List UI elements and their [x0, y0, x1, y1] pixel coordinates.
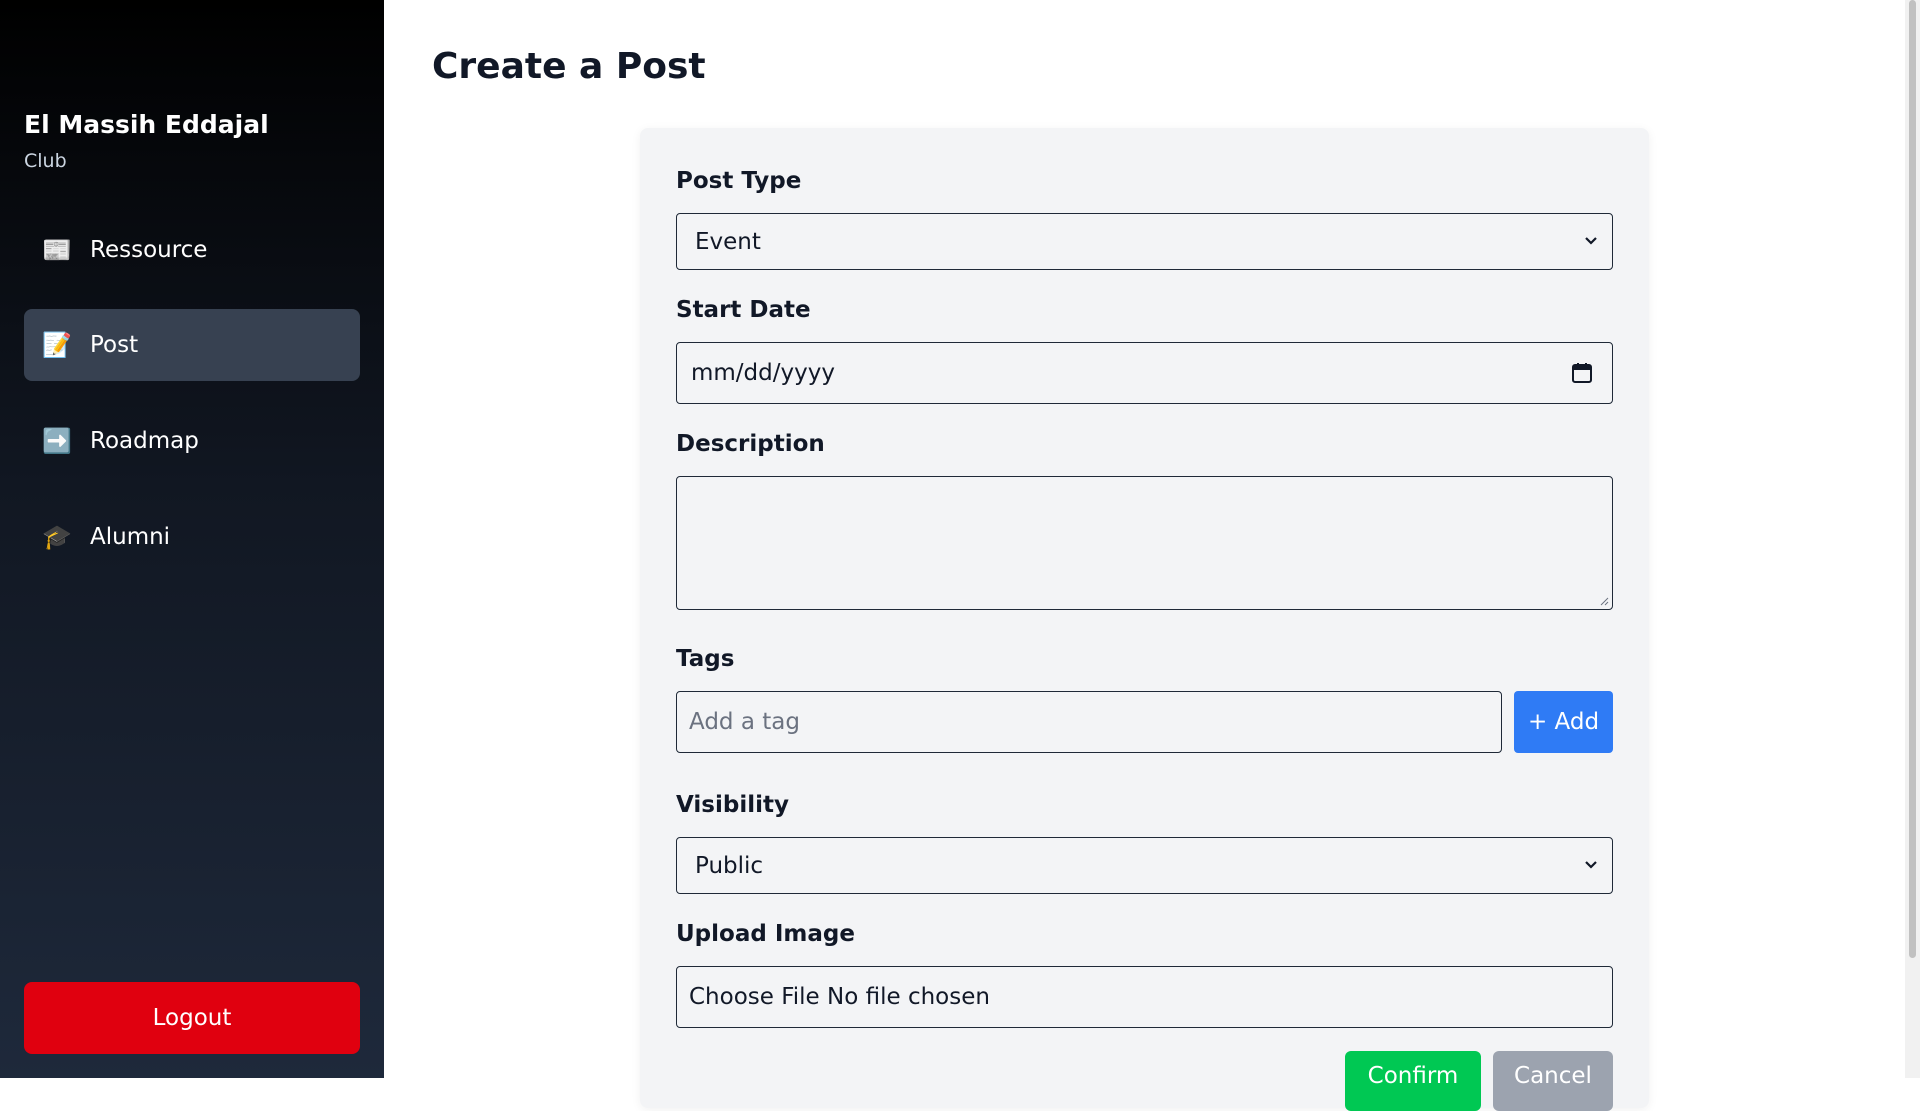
post-form-card: Post Type Event Start Date mm/dd/yyyy De… — [640, 128, 1649, 1111]
memo-icon: 📝 — [42, 331, 72, 359]
sidebar-item-ressource[interactable]: 📰 Ressource — [24, 214, 360, 286]
sidebar-item-alumni[interactable]: 🎓 Alumni — [24, 501, 360, 573]
sidebar: El Massih Eddajal Club 📰 Ressource 📝 Pos… — [0, 0, 384, 1078]
start-date-input[interactable]: mm/dd/yyyy — [676, 342, 1613, 404]
start-date-placeholder: mm/dd/yyyy — [691, 360, 835, 386]
upload-image-label: Upload Image — [676, 921, 855, 947]
newspaper-icon: 📰 — [42, 236, 72, 264]
chevron-down-icon — [1585, 237, 1597, 245]
sidebar-item-label: Roadmap — [90, 428, 199, 454]
brand-name: El Massih Eddajal — [24, 110, 269, 139]
add-tag-button[interactable]: + Add — [1514, 691, 1613, 753]
file-status: No file chosen — [827, 984, 990, 1010]
logout-button[interactable]: Logout — [24, 982, 360, 1054]
cancel-button[interactable]: Cancel — [1493, 1051, 1613, 1111]
post-type-label: Post Type — [676, 168, 802, 194]
page-title: Create a Post — [432, 46, 706, 87]
start-date-label: Start Date — [676, 297, 811, 323]
page-scrollbar[interactable] — [1905, 0, 1920, 1078]
brand-subtitle: Club — [24, 150, 67, 172]
choose-file-button[interactable]: Choose File — [689, 984, 820, 1010]
description-label: Description — [676, 431, 825, 457]
resize-grip-icon[interactable] — [1599, 596, 1609, 606]
description-textarea[interactable] — [676, 476, 1613, 610]
tags-label: Tags — [676, 646, 735, 672]
post-type-select[interactable]: Event — [676, 213, 1613, 270]
sidebar-item-post[interactable]: 📝 Post — [24, 309, 360, 381]
sidebar-item-roadmap[interactable]: ➡️ Roadmap — [24, 405, 360, 477]
arrow-right-icon: ➡️ — [42, 427, 72, 455]
tag-input[interactable] — [676, 691, 1502, 753]
scrollbar-thumb[interactable] — [1909, 0, 1916, 958]
visibility-value: Public — [695, 852, 764, 879]
chevron-down-icon — [1585, 861, 1597, 869]
graduation-cap-icon: 🎓 — [42, 523, 72, 551]
post-type-value: Event — [695, 228, 761, 255]
visibility-label: Visibility — [676, 792, 789, 818]
sidebar-item-label: Ressource — [90, 237, 208, 263]
visibility-select[interactable]: Public — [676, 837, 1613, 894]
sidebar-item-label: Post — [90, 332, 139, 358]
calendar-icon[interactable] — [1570, 361, 1594, 385]
sidebar-item-label: Alumni — [90, 524, 171, 550]
confirm-button[interactable]: Confirm — [1345, 1051, 1481, 1111]
upload-image-field[interactable]: Choose File No file chosen — [676, 966, 1613, 1028]
